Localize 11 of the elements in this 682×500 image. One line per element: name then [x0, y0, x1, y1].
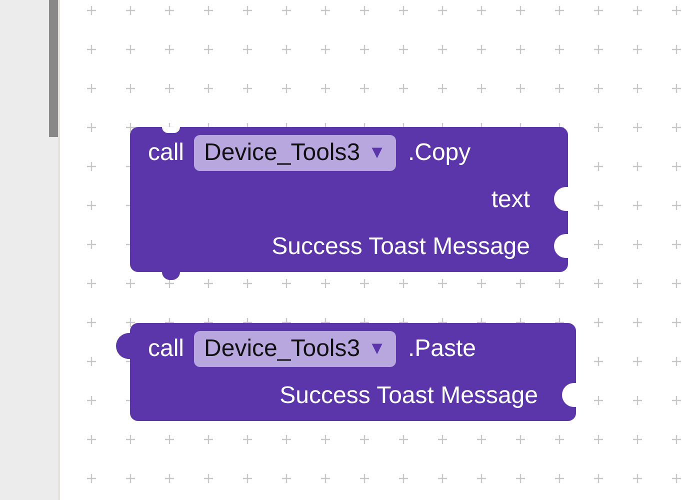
component-dropdown[interactable]: Device_Tools3 ▼	[194, 330, 396, 366]
component-dropdown[interactable]: Device_Tools3 ▼	[194, 134, 396, 170]
keyword-label: call	[148, 334, 184, 364]
parameter-label: Success Toast Message	[280, 380, 538, 410]
method-label: .Copy	[408, 138, 471, 168]
parameter-label: text	[491, 184, 530, 214]
parameter-label: Success Toast Message	[272, 232, 530, 262]
keyword-label: call	[148, 138, 184, 168]
method-label: .Paste	[408, 334, 476, 364]
scrollbar-thumb[interactable]	[49, 0, 58, 137]
top-notch-icon	[162, 127, 180, 133]
